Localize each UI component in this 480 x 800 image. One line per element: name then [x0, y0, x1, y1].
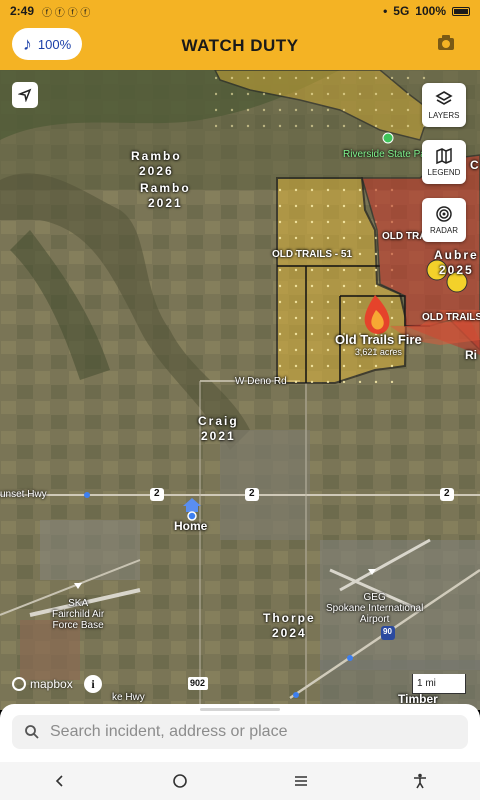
road-label-deno: W Deno Rd: [235, 376, 287, 387]
perimeter-label-old-trails-right-2: OLD TRAILS: [422, 312, 480, 323]
legend-button[interactable]: LEGEND: [422, 140, 466, 184]
bluetooth-icon: •: [383, 4, 388, 18]
label-geg-code: GEG: [363, 592, 386, 603]
status-bar: 2:49 ⓕ ⓕ ⓕ ⓕ • 5G 100%: [0, 0, 480, 22]
home-label[interactable]: Home: [174, 519, 207, 533]
park-label: Riverside State Pa: [343, 149, 426, 160]
highway-shield-2-center: 2: [249, 488, 255, 499]
perimeter-label-old-trails-51: OLD TRAILS - 51: [272, 249, 353, 260]
label-rambo-2026-name: Rambo: [131, 149, 182, 163]
perimeter-label-old-trails-right: OLD TRA: [382, 231, 427, 242]
label-craig-name: Craig: [198, 414, 239, 428]
label-ska-name: Fairchild Air: [52, 609, 105, 620]
label-geg-type: Airport: [359, 614, 390, 625]
label-ska-type: Force Base: [52, 620, 104, 631]
airport-label-geg: GEG Spokane International Airport: [326, 592, 423, 625]
label-rambo-2026-year: 2026: [138, 164, 174, 178]
perimeter-label-rambo-2026: Rambo 2026: [131, 149, 182, 179]
label-aubrey-year: 2025: [438, 263, 474, 277]
search-bar[interactable]: Search incident, address or place: [12, 715, 468, 749]
label-thorpe-year: 2024: [271, 626, 307, 640]
locate-me-button[interactable]: [12, 82, 38, 108]
app-header: ♪ 100% WATCH DUTY: [0, 22, 480, 70]
fire-name: Old Trails Fire: [335, 332, 422, 347]
label-rambo-2021-name: Rambo: [140, 181, 191, 195]
layers-label: LAYERS: [428, 111, 460, 120]
layers-button[interactable]: LAYERS: [422, 83, 466, 127]
app-screen: 2:49 ⓕ ⓕ ⓕ ⓕ • 5G 100% ♪ 100% WATCH DUTY: [0, 0, 480, 800]
radar-icon: [436, 206, 452, 222]
label-craig-year: 2021: [200, 429, 236, 443]
battery-icon: [452, 6, 470, 16]
sheet-drag-handle[interactable]: [200, 708, 280, 711]
label-thorpe-name: Thorpe: [263, 611, 316, 625]
status-right: • 5G 100%: [383, 4, 470, 18]
camera-icon[interactable]: [438, 35, 454, 50]
legend-label: LEGEND: [427, 168, 461, 177]
road-label-sunset: unset Hwy: [0, 489, 47, 500]
info-icon[interactable]: i: [84, 675, 102, 693]
highway-shield-2-east: 2: [444, 488, 450, 499]
search-input[interactable]: Search incident, address or place: [50, 723, 287, 741]
map-scale-bar: 1 mi: [412, 674, 466, 694]
place-label-edge-c: C: [470, 158, 479, 172]
system-nav-bar: [0, 762, 480, 800]
map-icon: [436, 147, 452, 165]
back-icon[interactable]: [53, 774, 67, 788]
audio-level-label: 100%: [37, 36, 72, 52]
recents-icon[interactable]: [294, 774, 308, 788]
location-arrow-icon: [18, 88, 32, 102]
radar-label: RADAR: [429, 226, 458, 235]
airport-label-ska: SKA Fairchild Air Force Base: [52, 598, 104, 631]
radar-button[interactable]: RADAR: [422, 198, 466, 242]
highway-shield-902: 902: [190, 678, 206, 688]
label-rambo-2021-year: 2021: [147, 196, 183, 210]
map-view[interactable]: Rambo 2026 Rambo 2021 Riverside State Pa…: [0, 70, 480, 710]
highway-shield-2-west: 2: [154, 488, 160, 499]
perimeter-label-craig: Craig 2021: [198, 414, 239, 444]
notification-icons: ⓕ ⓕ ⓕ ⓕ: [42, 7, 91, 19]
layers-icon: [435, 91, 453, 105]
place-label-edge-ri: Ri: [465, 348, 477, 362]
app-title: WATCH DUTY: [181, 36, 299, 55]
perimeter-label-aubrey: Aubre 2025: [434, 248, 479, 278]
road-label-lake-hwy: ke Hwy: [112, 692, 145, 703]
battery-percent: 100%: [415, 4, 446, 18]
fire-incident-label[interactable]: Old Trails Fire 3,621 acres: [335, 332, 422, 357]
mapbox-logo-icon: [12, 677, 26, 691]
perimeter-label-rambo-2021: Rambo 2021: [140, 181, 191, 211]
label-geg-name: Spokane International: [326, 603, 424, 614]
network-label: 5G: [393, 4, 410, 18]
bottom-sheet[interactable]: Search incident, address or place: [0, 704, 480, 762]
audio-level-button[interactable]: ♪ 100%: [12, 28, 82, 60]
home-circle-icon[interactable]: [172, 773, 188, 789]
accessibility-icon[interactable]: [413, 773, 427, 789]
mapbox-logo-text: mapbox: [30, 677, 73, 691]
status-time: 2:49: [10, 4, 35, 18]
music-note-icon: ♪: [22, 33, 32, 54]
perimeter-label-thorpe: Thorpe 2024: [263, 611, 316, 641]
label-ska-code: SKA: [68, 598, 89, 609]
label-aubrey-name: Aubre: [434, 248, 479, 262]
mapbox-attribution[interactable]: mapbox: [12, 677, 73, 691]
search-icon: [25, 725, 39, 739]
interstate-shield-90: 90: [383, 627, 392, 636]
fire-acres: 3,621 acres: [354, 347, 402, 357]
